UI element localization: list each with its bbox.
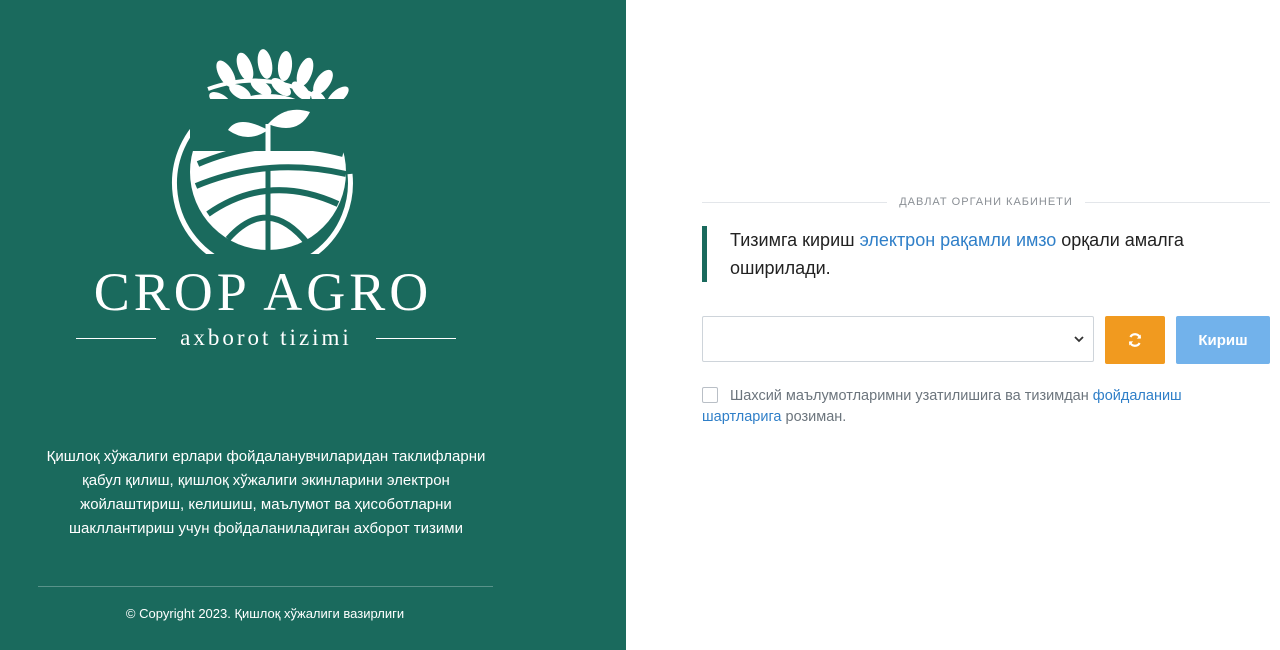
login-panel: ДАВЛАТ ОРГАНИ КАБИНЕТИ Тизимга кириш эле… <box>626 0 1280 650</box>
brand-subtitle-row: axborot tizimi <box>76 322 456 354</box>
section-header: ДАВЛАТ ОРГАНИ КАБИНЕТИ <box>702 193 1271 211</box>
login-page: CROP AGRO axborot tizimi Қишлоқ хўжалиги… <box>0 0 1280 650</box>
refresh-icon <box>1128 333 1142 347</box>
system-description: Қишлоқ хўжалиги ерлари фойдаланувчиларид… <box>46 448 486 537</box>
notice-text-start: Тизимга кириш <box>730 230 860 250</box>
login-button[interactable]: Кириш <box>1176 316 1270 364</box>
consent-text-end: розиман. <box>781 409 847 425</box>
copyright-text: © Copyright 2023. Қишлоқ хўжалиги вазирл… <box>125 606 405 621</box>
section-rule-left <box>702 201 888 203</box>
wheat-sprout-field-emblem-icon <box>171 49 353 254</box>
subtitle-right-rule <box>375 337 456 339</box>
consent-row: Шахсий маълумотларимни узатилишига ва ти… <box>702 386 1242 428</box>
brand-panel: CROP AGRO axborot tizimi Қишлоқ хўжалиги… <box>0 0 626 650</box>
consent-text-start: Шахсий маълумотларимни узатилишига ва ти… <box>730 388 1093 404</box>
brand-title: CROP AGRO <box>93 262 433 322</box>
chevron-down-icon <box>1074 336 1084 343</box>
certificate-select[interactable] <box>702 316 1094 362</box>
consent-checkbox[interactable] <box>702 387 718 403</box>
login-form: Кириш <box>702 316 1270 364</box>
refresh-button[interactable] <box>1105 316 1165 364</box>
subtitle-left-rule <box>76 337 156 339</box>
section-rule-right <box>1084 201 1271 203</box>
section-title: ДАВЛАТ ОРГАНИ КАБИНЕТИ <box>899 196 1073 208</box>
footer-divider <box>38 586 493 587</box>
digital-signature-link[interactable]: электрон рақамли имзо <box>860 230 1057 250</box>
brand-subtitle: axborot tizimi <box>180 325 352 350</box>
login-notice: Тизимга кириш электрон рақамли имзо орқа… <box>702 226 1270 282</box>
